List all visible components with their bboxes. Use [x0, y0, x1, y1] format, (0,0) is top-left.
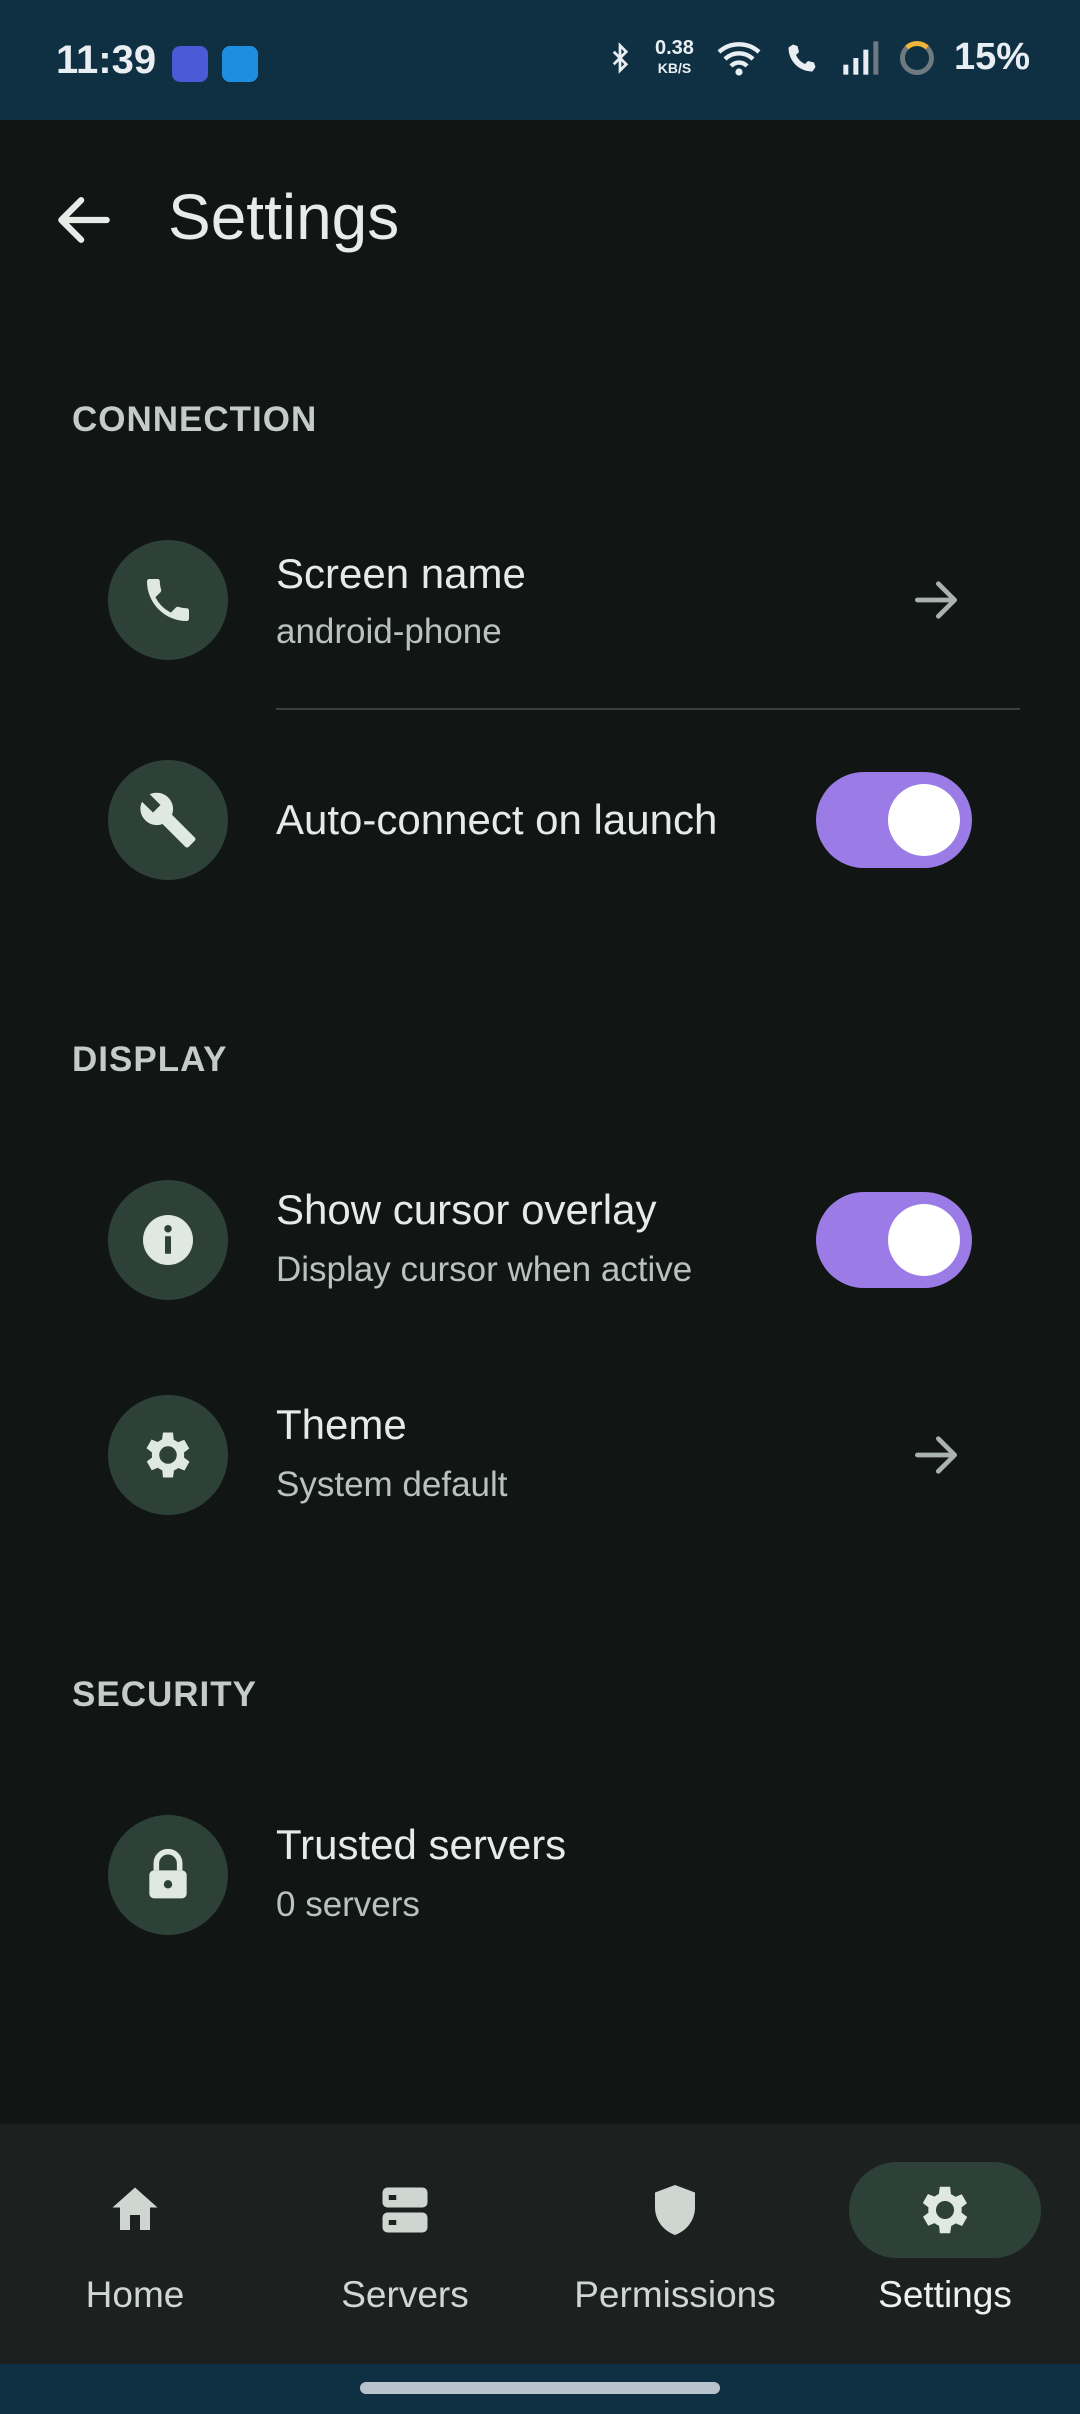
nav-item-permissions[interactable]: Permissions [540, 2124, 810, 2364]
setting-title: Theme [276, 1401, 407, 1448]
setting-subtitle: android-phone [276, 612, 502, 651]
nav-label: Permissions [574, 2274, 776, 2315]
cursor-overlay-toggle[interactable] [816, 1192, 972, 1288]
divider [276, 708, 1020, 710]
network-speed-value: 0.38 [655, 36, 694, 59]
nav-item-settings[interactable]: Settings [810, 2124, 1080, 2364]
phone-icon [147, 579, 189, 621]
setting-title: Screen name [276, 550, 526, 597]
setting-title: Trusted servers [276, 1821, 567, 1868]
top-app-bar: Settings [0, 120, 1080, 316]
theme-icon-circle [108, 1395, 228, 1515]
nav-icon-container [309, 2162, 501, 2258]
network-speed: 0.38 KB/S [655, 38, 694, 78]
setting-auto-connect[interactable]: Auto-connect on launch [0, 740, 1080, 900]
nav-label: Home [85, 2274, 185, 2315]
wifi-calling-icon [788, 44, 816, 71]
setting-title: Auto-connect on launch [276, 796, 718, 843]
setting-screen-name[interactable]: Screen name android-phone [0, 520, 1080, 680]
nav-icon-container [849, 2162, 1041, 2258]
setting-subtitle: 0 servers [276, 1885, 420, 1924]
info-icon [143, 1215, 193, 1265]
battery-percent: 15% [953, 36, 1030, 78]
arrow-right-icon [915, 581, 957, 619]
section-header-connection: CONNECTION [72, 400, 318, 439]
nav-item-servers[interactable]: Servers [270, 2124, 540, 2364]
notification-app-icon [222, 46, 258, 82]
nav-label: Settings [878, 2274, 1012, 2315]
bottom-navigation: Home Servers Permissions Settings [0, 2124, 1080, 2364]
toggle-knob [888, 1204, 960, 1276]
arrow-right-icon [915, 1436, 957, 1474]
home-icon [112, 2187, 158, 2230]
nav-label: Servers [341, 2274, 469, 2315]
trusted-servers-icon-circle [108, 1815, 228, 1935]
section-header-display: DISPLAY [72, 1040, 228, 1079]
wifi-icon [717, 41, 761, 76]
notification-app-icon [172, 46, 208, 82]
gear-icon [922, 2186, 968, 2234]
network-speed-unit: KB/S [657, 59, 692, 76]
section-header-security: SECURITY [72, 1675, 257, 1714]
setting-theme[interactable]: Theme System default [0, 1375, 1080, 1535]
auto-connect-icon-circle [108, 760, 228, 880]
gesture-handle[interactable] [360, 2382, 720, 2394]
auto-connect-toggle[interactable] [816, 772, 972, 868]
bluetooth-icon [612, 41, 629, 74]
status-bar: 11:39 0.38 KB/S 15% [0, 0, 1080, 120]
wrench-icon [140, 792, 196, 848]
page-title: Settings [168, 181, 400, 253]
status-time: 11:39 [56, 38, 157, 82]
battery-ring-icon [899, 40, 934, 75]
setting-trusted-servers[interactable]: Trusted servers 0 servers [0, 1795, 1080, 1955]
setting-subtitle: System default [276, 1465, 508, 1504]
gear-icon [146, 1432, 190, 1478]
shield-icon [655, 2185, 695, 2235]
nav-icon-container [579, 2162, 771, 2258]
signal-icon [843, 40, 879, 75]
cursor-overlay-icon-circle [108, 1180, 228, 1300]
setting-title: Show cursor overlay [276, 1186, 657, 1233]
nav-icon-container [39, 2162, 231, 2258]
toggle-knob [888, 784, 960, 856]
setting-subtitle: Display cursor when active [276, 1250, 693, 1289]
setting-cursor-overlay[interactable]: Show cursor overlay Display cursor when … [0, 1160, 1080, 1320]
gesture-area [0, 2364, 1080, 2414]
screen-name-icon-circle [108, 540, 228, 660]
servers-icon [382, 2187, 428, 2233]
back-arrow-icon[interactable] [50, 186, 118, 254]
status-icons: 0.38 KB/S 15% [605, 36, 1030, 79]
nav-item-home[interactable]: Home [0, 2124, 270, 2364]
lock-icon [149, 1848, 187, 1899]
